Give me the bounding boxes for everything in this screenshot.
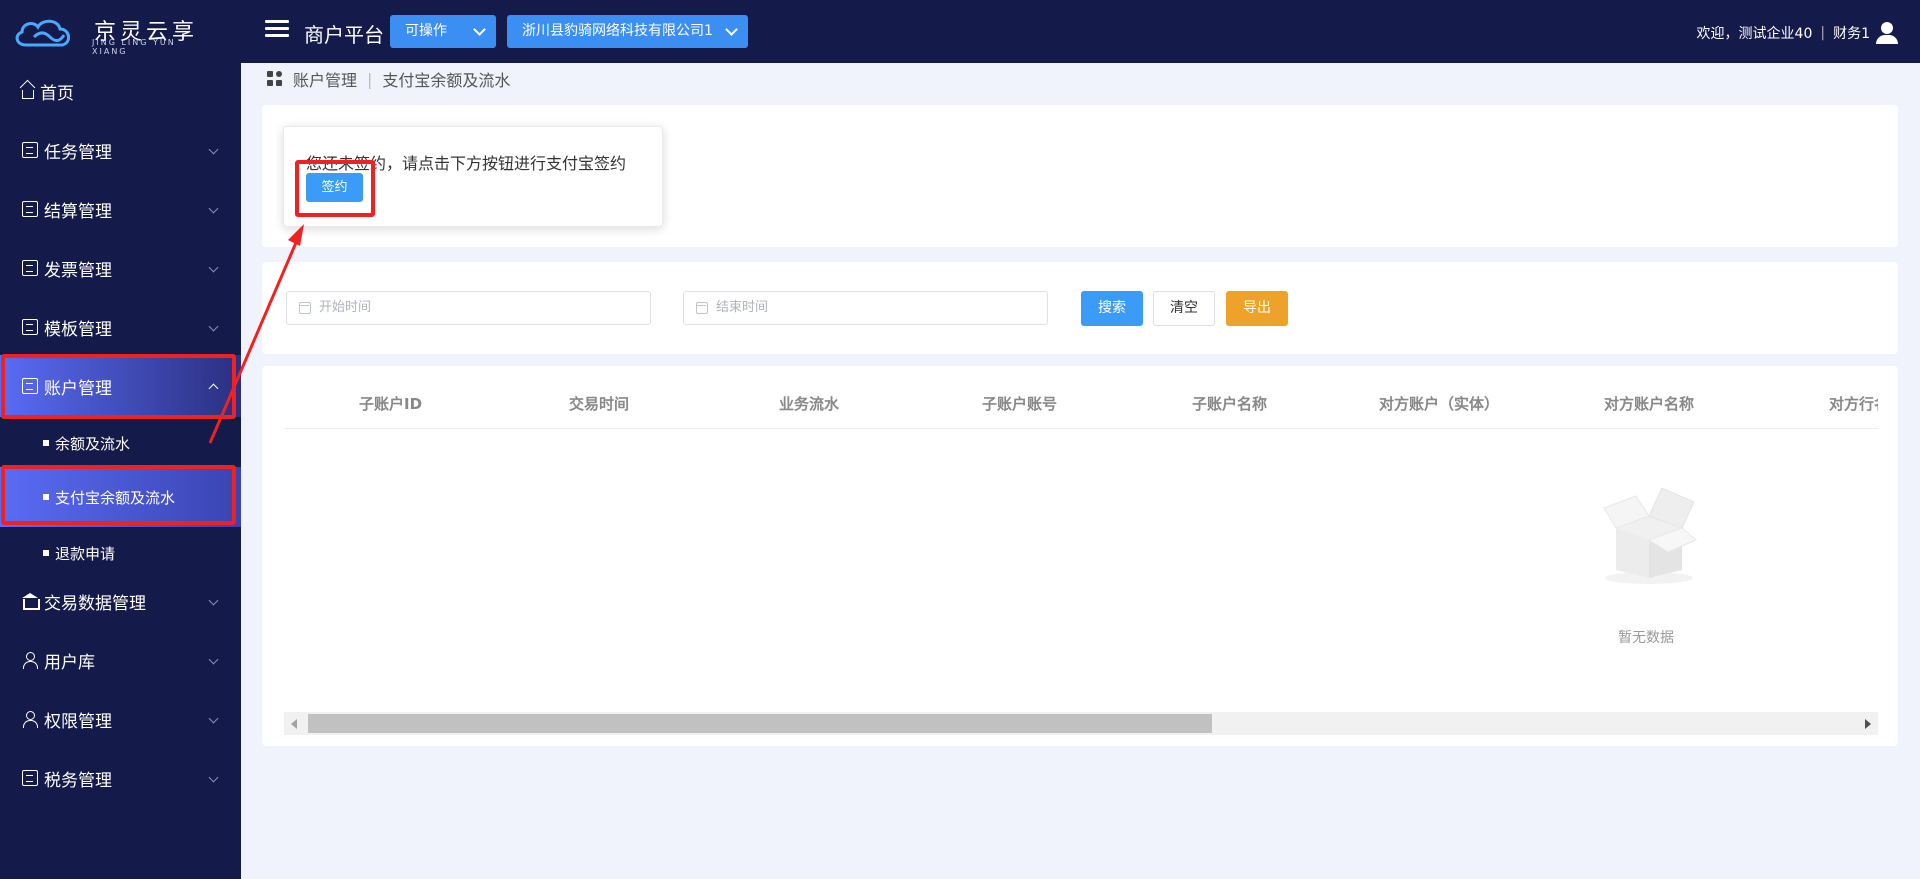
logo-subtitle: JING LING YUN XIANG [92, 38, 176, 56]
column-header[interactable]: 对方账户（实体） [1379, 393, 1499, 414]
operation-dropdown-label: 可操作 [405, 23, 447, 39]
home-icon [22, 89, 34, 99]
bullet-icon [43, 550, 49, 556]
sidebar-item-label: 发票管理 [44, 260, 112, 281]
chevron-down-icon [208, 713, 219, 724]
grid-icon [267, 71, 283, 87]
export-button[interactable]: 导出 [1226, 291, 1288, 326]
empty-box-icon [1603, 487, 1697, 584]
company-dropdown-label: 浙川县豹骑网络科技有限公司1 [522, 23, 713, 39]
invoice-icon [22, 260, 38, 276]
sidebar-subitem-label: 余额及流水 [55, 434, 131, 453]
sidebar-item-label: 权限管理 [44, 711, 112, 732]
table-header: 子账户ID 交易时间 业务流水 子账户账号 子账户名称 对方账户（实体） 对方账… [284, 380, 1878, 430]
sidebar-item-label: 首页 [40, 83, 74, 104]
breadcrumb-current: 支付宝余额及流水 [382, 71, 511, 90]
sidebar-item-user-library[interactable]: 用户库 [0, 632, 241, 688]
highlight-box-alipay [1, 465, 236, 525]
chevron-down-icon [208, 262, 219, 273]
chevron-down-icon [208, 203, 219, 214]
column-header[interactable]: 子账户ID [359, 393, 422, 414]
template-icon [22, 319, 38, 335]
calendar-icon [696, 302, 708, 314]
sidebar-item-permissions[interactable]: 权限管理 [0, 691, 241, 747]
sidebar-item-label: 结算管理 [44, 201, 112, 222]
chevron-down-icon [725, 23, 738, 36]
sidebar-item-label: 交易数据管理 [44, 593, 146, 614]
highlight-box-account [1, 354, 236, 419]
bank-icon [22, 593, 40, 610]
sidebar-subitem-refund[interactable]: 退款申请 [0, 529, 241, 577]
chevron-down-icon [208, 772, 219, 783]
end-date-placeholder: 结束时间 [716, 300, 769, 315]
start-date-placeholder: 开始时间 [319, 300, 372, 315]
operation-dropdown[interactable]: 可操作 [390, 15, 496, 48]
user-area: 欢迎，测试企业40 | 财务1 [1697, 22, 1898, 44]
user-icon [22, 652, 38, 669]
logo[interactable]: 京灵云享 JING LING YUN XIANG [12, 14, 202, 56]
bullet-icon [43, 440, 49, 446]
sidebar-item-label: 模板管理 [44, 319, 112, 340]
column-header[interactable]: 业务流水 [779, 393, 839, 414]
chevron-down-icon [473, 23, 486, 36]
column-header[interactable]: 对方行名 [1829, 393, 1878, 414]
breadcrumb-parent[interactable]: 账户管理 [293, 67, 357, 91]
cloud-logo-icon [15, 19, 70, 47]
calendar-icon [299, 302, 311, 314]
top-bar: 京灵云享 JING LING YUN XIANG 商户平台 可操作 浙川县豹骑网… [0, 0, 1920, 63]
chevron-down-icon [208, 144, 219, 155]
scrollbar-thumb[interactable] [308, 714, 1212, 733]
welcome-text: 欢迎，测试企业40 [1696, 26, 1813, 42]
empty-state-text: 暂无数据 [1618, 630, 1674, 646]
tax-icon [22, 770, 38, 786]
user-avatar-icon[interactable] [1876, 22, 1898, 44]
column-header[interactable]: 对方账户名称 [1604, 393, 1694, 414]
company-dropdown[interactable]: 浙川县豹骑网络科技有限公司1 [507, 15, 748, 48]
column-header[interactable]: 子账户名称 [1192, 393, 1267, 414]
sidebar-item-tasks[interactable]: 任务管理 [0, 122, 241, 178]
sidebar-item-label: 任务管理 [44, 142, 112, 163]
breadcrumb: 账户管理 | 支付宝余额及流水 [267, 67, 510, 91]
column-header[interactable]: 子账户账号 [982, 393, 1057, 414]
sidebar-item-home[interactable]: 首页 [0, 63, 241, 119]
breadcrumb-separator: | [367, 69, 373, 89]
sidebar-subitem-label: 退款申请 [55, 544, 116, 563]
scroll-left-icon[interactable] [291, 719, 297, 729]
end-date-input[interactable]: 结束时间 [683, 291, 1048, 325]
sidebar-item-label: 用户库 [44, 652, 95, 673]
settlement-icon [22, 201, 38, 217]
highlight-box-sign [295, 160, 375, 217]
chevron-down-icon [208, 595, 219, 606]
chevron-down-icon [208, 654, 219, 665]
sidebar-item-transaction-data[interactable]: 交易数据管理 [0, 573, 241, 629]
sidebar-item-tax[interactable]: 税务管理 [0, 750, 241, 806]
platform-title: 商户平台 [304, 23, 384, 47]
task-icon [22, 142, 38, 158]
column-header[interactable]: 交易时间 [569, 393, 629, 414]
clear-button[interactable]: 清空 [1153, 291, 1215, 326]
search-button[interactable]: 搜索 [1081, 291, 1143, 326]
sidebar-item-label: 税务管理 [44, 770, 112, 791]
sidebar-subitem-balance[interactable]: 余额及流水 [0, 419, 241, 467]
scroll-right-icon[interactable] [1865, 719, 1871, 729]
sidebar-item-settlement[interactable]: 结算管理 [0, 181, 241, 237]
chevron-down-icon [208, 321, 219, 332]
permission-icon [22, 711, 38, 728]
divider: | [1820, 25, 1826, 41]
sidebar-item-template[interactable]: 模板管理 [0, 299, 241, 355]
start-date-input[interactable]: 开始时间 [286, 291, 651, 325]
table-header-divider [284, 428, 1878, 429]
user-role[interactable]: 财务1 [1833, 23, 1870, 43]
horizontal-scrollbar[interactable] [284, 712, 1878, 735]
hamburger-menu-icon[interactable] [265, 20, 289, 40]
sidebar-item-invoice[interactable]: 发票管理 [0, 240, 241, 296]
